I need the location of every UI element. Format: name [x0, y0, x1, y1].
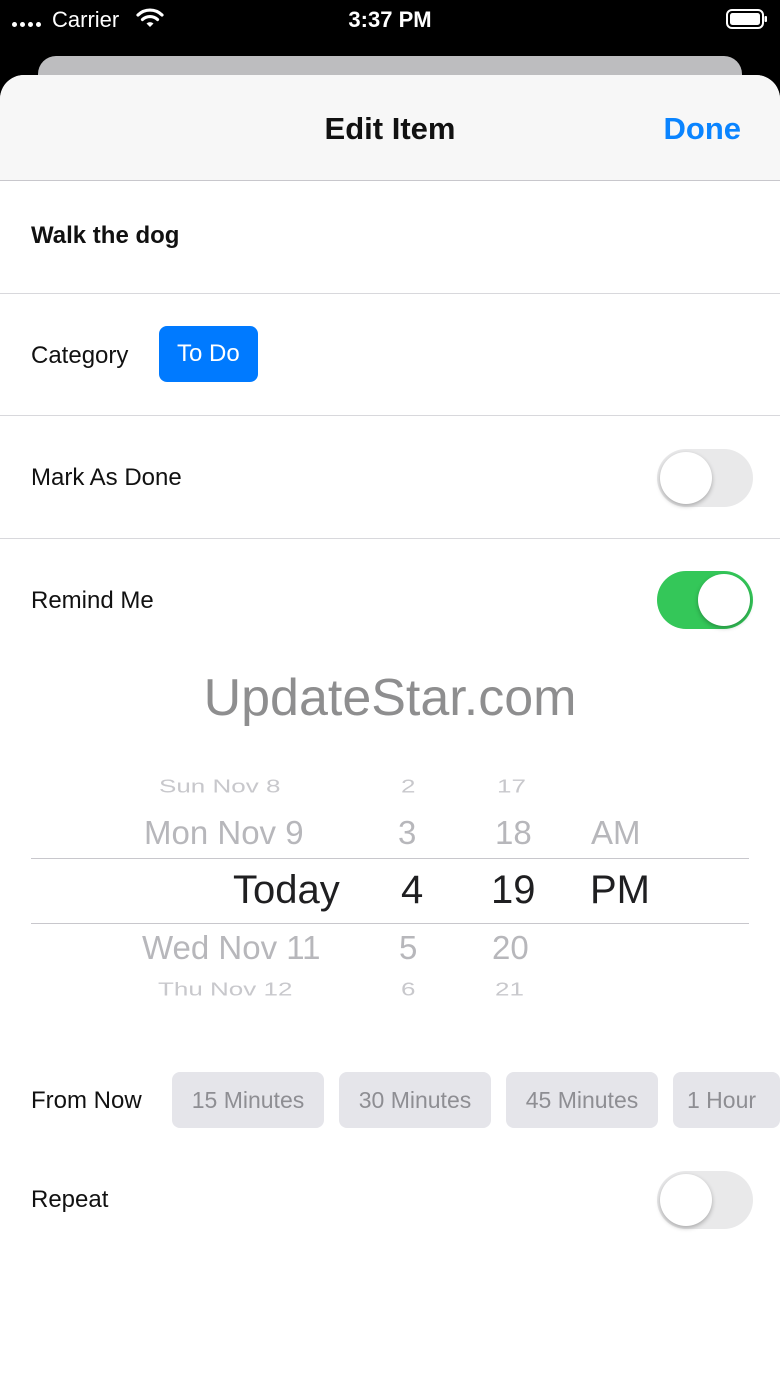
navigation-bar: Edit Item Done: [0, 75, 780, 181]
date-time-picker[interactable]: Sun Nov 8 Mon Nov 9 Today Wed Nov 11 Thu…: [31, 766, 749, 1006]
from-now-15-minutes-button[interactable]: 15 Minutes: [172, 1072, 324, 1128]
category-label: Category: [31, 342, 129, 369]
category-row: Category To Do: [0, 294, 780, 416]
picker-am-cell[interactable]: AM: [591, 814, 641, 852]
picker-selection-line: [31, 858, 749, 859]
picker-date-cell[interactable]: Mon Nov 9: [144, 814, 304, 852]
mark-as-done-row: Mark As Done: [0, 416, 780, 539]
toggle-knob: [660, 1174, 712, 1226]
from-now-row: From Now 15 Minutes 30 Minutes 45 Minute…: [0, 1072, 780, 1128]
category-todo-button[interactable]: To Do: [159, 326, 258, 382]
picker-minute-cell[interactable]: 21: [495, 978, 524, 1000]
picker-hour-cell[interactable]: 3: [398, 814, 416, 852]
from-now-label: From Now: [31, 1087, 142, 1114]
picker-minute-selected[interactable]: 19: [491, 868, 536, 913]
mark-as-done-label: Mark As Done: [31, 464, 182, 491]
picker-date-cell[interactable]: Thu Nov 12: [158, 978, 292, 1000]
picker-hour-cell[interactable]: 5: [399, 929, 417, 967]
picker-date-selected[interactable]: Today: [233, 868, 340, 913]
remind-me-label: Remind Me: [31, 587, 154, 614]
picker-minute-cell[interactable]: 20: [492, 929, 529, 967]
item-title-field[interactable]: Walk the dog: [0, 182, 780, 294]
picker-pm-selected[interactable]: PM: [590, 868, 650, 913]
edit-item-sheet: Edit Item Done Walk the dog Category To …: [0, 75, 780, 1387]
repeat-toggle[interactable]: [657, 1171, 753, 1229]
picker-date-cell[interactable]: Wed Nov 11: [142, 929, 321, 967]
from-now-1-hour-button[interactable]: 1 Hour: [673, 1072, 780, 1128]
item-title-text[interactable]: Walk the dog: [31, 222, 179, 250]
picker-hour-cell[interactable]: 6: [401, 978, 415, 1000]
picker-selection-line: [31, 923, 749, 924]
picker-minute-cell[interactable]: 17: [497, 775, 526, 797]
repeat-label: Repeat: [31, 1186, 109, 1213]
picker-hour-cell[interactable]: 2: [401, 775, 415, 797]
mark-as-done-toggle[interactable]: [657, 449, 753, 507]
picker-hour-selected[interactable]: 4: [401, 868, 423, 913]
from-now-30-minutes-button[interactable]: 30 Minutes: [339, 1072, 491, 1128]
remind-me-toggle[interactable]: [657, 571, 753, 629]
status-time: 3:37 PM: [348, 7, 432, 32]
done-button[interactable]: Done: [664, 111, 742, 147]
picker-minute-cell[interactable]: 18: [495, 814, 532, 852]
status-bar: Carrier 3:37 PM: [0, 0, 780, 40]
toggle-knob: [698, 574, 750, 626]
toggle-knob: [660, 452, 712, 504]
from-now-45-minutes-button[interactable]: 45 Minutes: [506, 1072, 658, 1128]
battery-icon: [726, 9, 767, 29]
remind-me-row: Remind Me Sun Nov 8 Mon Nov 9 Today Wed …: [0, 539, 780, 1387]
picker-date-cell[interactable]: Sun Nov 8: [159, 775, 280, 797]
